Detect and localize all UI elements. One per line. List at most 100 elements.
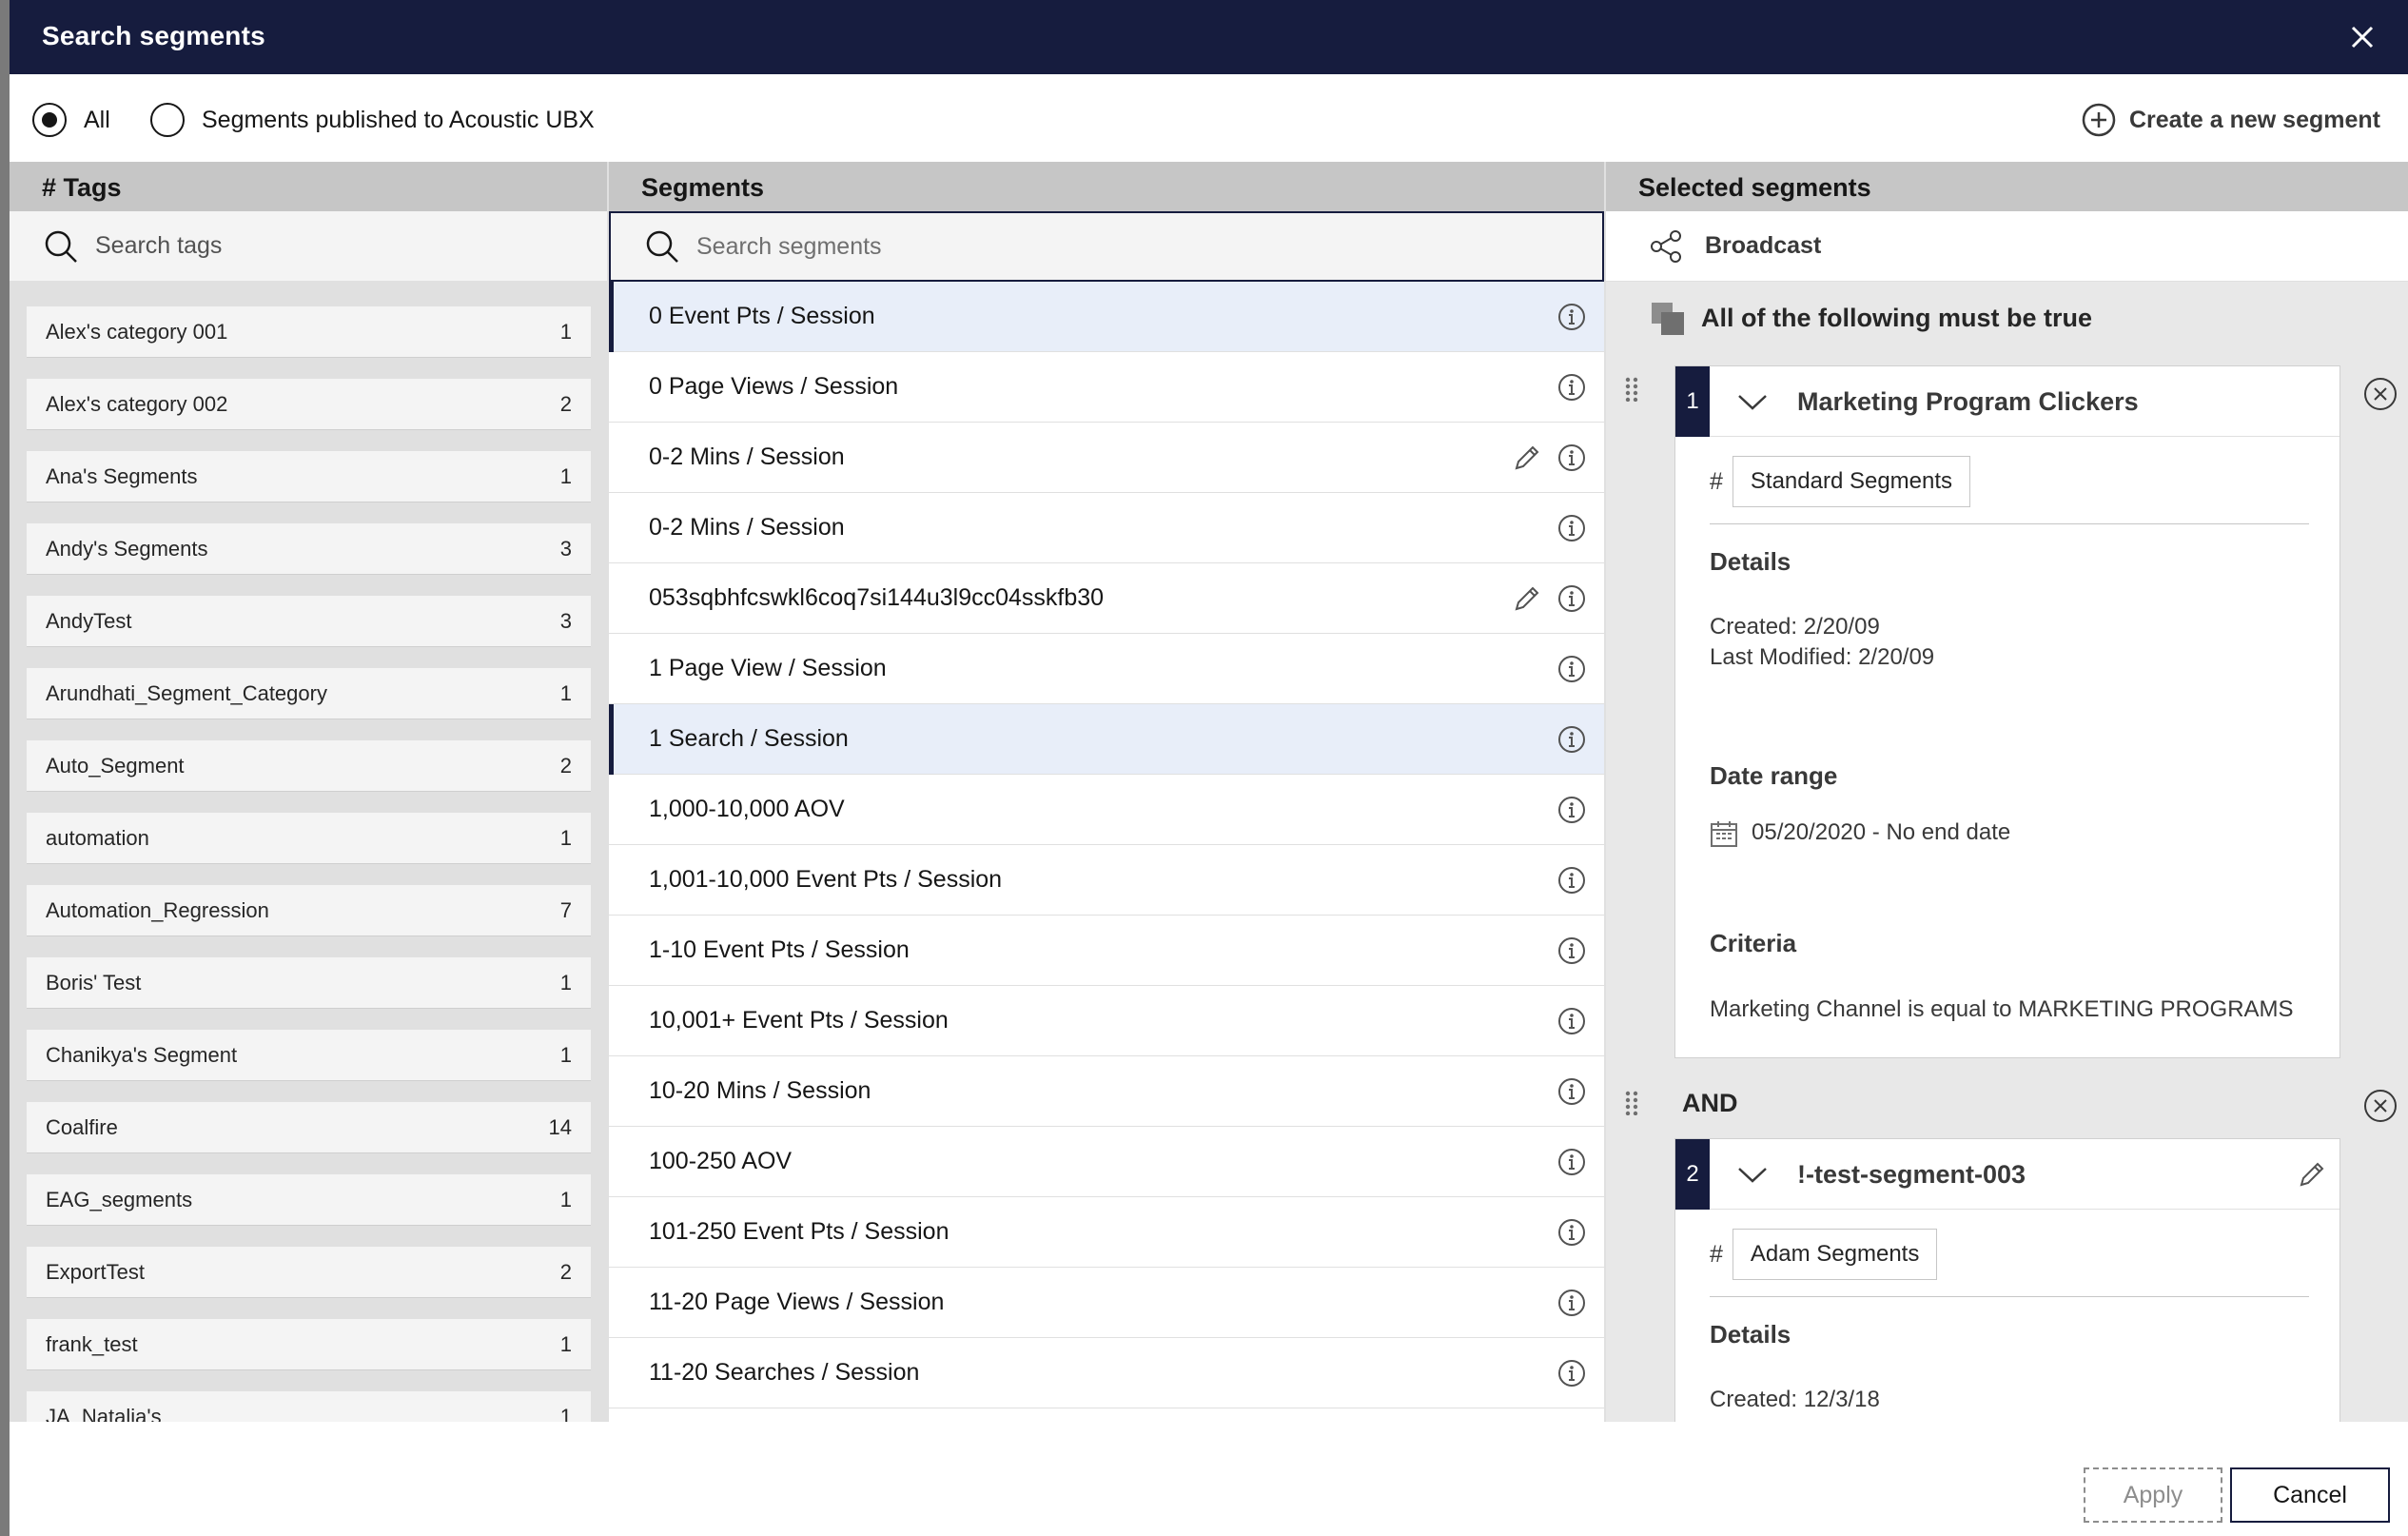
info-icon[interactable]	[1557, 1077, 1586, 1113]
segment-list-item[interactable]: 101-250 Event Pts / Session	[609, 1197, 1604, 1268]
tag-list-item[interactable]: automation 1	[27, 813, 591, 864]
pencil-icon[interactable]	[2298, 1160, 2326, 1189]
segment-list-item[interactable]: 11-20 Searches / Session	[609, 1338, 1604, 1408]
dialog-titlebar: Search segments	[10, 0, 2408, 74]
tags-column-header: # Tags	[10, 162, 607, 211]
info-icon[interactable]	[1557, 303, 1586, 338]
radio-all[interactable]: All	[32, 103, 110, 137]
segment-list-item[interactable]: 0-2 Mins / Session	[609, 423, 1604, 493]
info-icon[interactable]	[1557, 1007, 1586, 1042]
tag-count: 3	[559, 608, 572, 633]
tag-list-item[interactable]: Arundhati_Segment_Category 1	[27, 668, 591, 719]
radio-all-indicator[interactable]	[32, 103, 67, 137]
tag-list-item[interactable]: Automation_Regression 7	[27, 885, 591, 936]
tag-label: automation	[46, 825, 149, 850]
tag-chip: Standard Segments	[1732, 456, 1971, 507]
segment-list-item[interactable]: 1 Search / Session	[609, 704, 1604, 775]
hash-icon: #	[1710, 467, 1723, 495]
segment-list-item[interactable]: 053sqbhfcswkl6coq7si144u3l9cc04sskfb30	[609, 563, 1604, 634]
selected-segment-card: 2 !-test-segment-003 # Adam Segments Det…	[1674, 1138, 2340, 1422]
info-icon[interactable]	[1557, 725, 1586, 760]
search-icon	[646, 230, 678, 263]
tag-list-item[interactable]: Ana's Segments 1	[27, 451, 591, 502]
tag-list-item[interactable]: Coalfire 14	[27, 1102, 591, 1153]
info-icon[interactable]	[1557, 1359, 1586, 1394]
selected-segments-panel: All of the following must be true 1 Mark…	[1606, 282, 2408, 1422]
card-tag-row: # Adam Segments	[1710, 1229, 1938, 1280]
radio-published-ubx[interactable]: Segments published to Acoustic UBX	[150, 103, 595, 137]
info-icon[interactable]	[1557, 1148, 1586, 1183]
close-icon[interactable]	[2344, 19, 2380, 55]
broadcast-row[interactable]: Broadcast	[1606, 211, 2408, 282]
tag-count: 1	[559, 825, 572, 850]
tag-label: ExportTest	[46, 1259, 145, 1284]
tag-list-item[interactable]: JA_Natalia's 1	[27, 1391, 591, 1422]
filter-row: All Segments published to Acoustic UBX C…	[10, 74, 2408, 162]
segment-label: 1-10 Event Pts / Session	[649, 936, 910, 963]
segment-list-item[interactable]: 0 Page Views / Session	[609, 352, 1604, 423]
tag-label: Auto_Segment	[46, 753, 185, 778]
segment-label: 11-20 Page Views / Session	[649, 1289, 945, 1315]
info-icon[interactable]	[1557, 1289, 1586, 1324]
pencil-icon[interactable]	[1513, 584, 1541, 620]
calendar-icon	[1711, 821, 1737, 847]
radio-published-indicator[interactable]	[150, 103, 185, 137]
tag-list-item[interactable]: Andy's Segments 3	[27, 523, 591, 575]
segment-list-item[interactable]: 11-20 Page Views / Session	[609, 1268, 1604, 1338]
info-icon[interactable]	[1557, 514, 1586, 549]
tag-list-item[interactable]: ExportTest 2	[27, 1247, 591, 1298]
tags-list: Alex's category 001 1 Alex's category 002 2…	[10, 282, 607, 1422]
segment-list-item[interactable]: 1-10 Event Pts / Session	[609, 916, 1604, 986]
tag-list-item[interactable]: Alex's category 001 1	[27, 306, 591, 358]
remove-segment-icon[interactable]	[2363, 377, 2398, 411]
segment-label: 0 Page Views / Session	[649, 373, 899, 400]
info-icon[interactable]	[1557, 443, 1586, 479]
info-icon[interactable]	[1557, 936, 1586, 972]
card-tag-row: # Standard Segments	[1710, 456, 1971, 507]
segment-list-item[interactable]: 1,001-10,000 Event Pts / Session	[609, 845, 1604, 916]
drag-handle-icon[interactable]	[1625, 1091, 1638, 1115]
apply-button[interactable]: Apply	[2084, 1467, 2222, 1523]
card-header[interactable]: 1 Marketing Program Clickers	[1675, 366, 2339, 437]
info-icon[interactable]	[1557, 655, 1586, 690]
tag-list-item[interactable]: EAG_segments 1	[27, 1174, 591, 1226]
pencil-icon[interactable]	[1513, 443, 1541, 479]
tag-list-item[interactable]: Auto_Segment 2	[27, 740, 591, 792]
tag-label: Boris' Test	[46, 970, 142, 994]
segment-list-item[interactable]: 10,001+ Event Pts / Session	[609, 986, 1604, 1056]
tag-list-item[interactable]: Alex's category 002 2	[27, 379, 591, 430]
remove-segment-icon[interactable]	[2363, 1089, 2398, 1123]
segment-list-item[interactable]: 1,000-10,000 AOV	[609, 775, 1604, 845]
and-operator[interactable]: AND	[1682, 1089, 1738, 1118]
dialog-footer: Apply Cancel	[10, 1422, 2408, 1536]
info-icon[interactable]	[1557, 1218, 1586, 1253]
search-segments-input[interactable]	[696, 232, 1553, 261]
info-icon[interactable]	[1557, 796, 1586, 831]
info-icon[interactable]	[1557, 373, 1586, 408]
chevron-down-icon[interactable]	[1736, 1162, 1769, 1187]
card-header[interactable]: 2 !-test-segment-003	[1675, 1139, 2339, 1210]
created-date: Created: 2/20/09	[1710, 614, 1880, 640]
radio-all-label: All	[84, 106, 110, 133]
tag-list-item[interactable]: frank_test 1	[27, 1319, 591, 1370]
create-segment-button[interactable]: Create a new segment	[2082, 103, 2380, 137]
info-icon[interactable]	[1557, 866, 1586, 901]
segments-list: 0 Event Pts / Session 0 Page Views / Sess…	[609, 282, 1604, 1422]
search-tags-field[interactable]: Search tags	[10, 211, 607, 282]
cancel-button[interactable]: Cancel	[2230, 1467, 2390, 1523]
tag-list-item[interactable]: AndyTest 3	[27, 596, 591, 647]
segment-list-item[interactable]: 10-20 Mins / Session	[609, 1056, 1604, 1127]
chevron-down-icon[interactable]	[1736, 389, 1769, 414]
segment-list-item[interactable]: 100-250 AOV	[609, 1127, 1604, 1197]
drag-handle-icon[interactable]	[1625, 377, 1638, 402]
segment-list-item[interactable]: 0-2 Mins / Session	[609, 493, 1604, 563]
info-icon[interactable]	[1557, 584, 1586, 620]
search-segments-field[interactable]	[609, 211, 1604, 282]
tag-list-item[interactable]: Chanikya's Segment 1	[27, 1030, 591, 1081]
tag-list-item[interactable]: Boris' Test 1	[27, 957, 591, 1009]
divider	[1710, 1296, 2309, 1297]
tag-label: Arundhati_Segment_Category	[46, 680, 327, 705]
tag-count: 2	[559, 1259, 572, 1284]
segment-list-item[interactable]: 1 Page View / Session	[609, 634, 1604, 704]
segment-list-item[interactable]: 0 Event Pts / Session	[609, 282, 1604, 352]
